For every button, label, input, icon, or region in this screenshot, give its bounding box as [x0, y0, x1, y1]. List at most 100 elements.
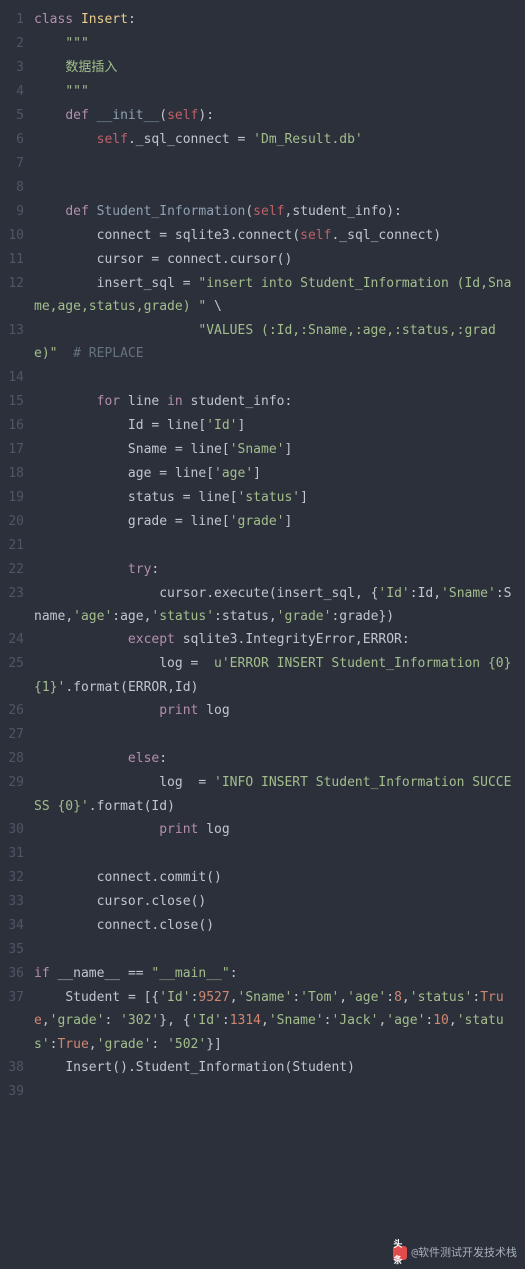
token-op: ==: [128, 966, 144, 981]
token-ident: connect: [34, 228, 159, 243]
token-paren: (): [277, 252, 293, 267]
token-paren: ,: [230, 990, 238, 1005]
line-number: 14: [0, 366, 34, 389]
token-keyword: print: [159, 822, 198, 837]
token-keyword: class: [34, 12, 73, 27]
token-op: =: [159, 228, 167, 243]
token-string: """: [65, 36, 88, 51]
code-content: except sqlite3.IntegrityError,ERROR:: [34, 628, 525, 651]
line-number: 9: [0, 200, 34, 223]
code-content: def __init__(self):: [34, 104, 525, 127]
token-dot: .: [230, 228, 238, 243]
token-paren: (): [112, 1060, 128, 1075]
token-keyword: for: [97, 394, 120, 409]
token-ident: line: [183, 514, 222, 529]
code-content: age = line['age']: [34, 462, 525, 485]
token-op: =: [183, 276, 191, 291]
token-ident: Insert: [34, 1060, 112, 1075]
token-ident: grade: [339, 609, 378, 624]
code-line: 28 else:: [0, 747, 525, 771]
token-ident: Id: [175, 680, 191, 695]
token-string: 'Id': [191, 1013, 222, 1028]
token-ident: [136, 990, 144, 1005]
token-string: 'age': [73, 609, 112, 624]
token-paren: :: [222, 1013, 230, 1028]
token-paren: :: [128, 12, 136, 27]
code-content: """: [34, 32, 525, 55]
token-paren: ): [433, 228, 441, 243]
code-content: 数据插入: [34, 56, 525, 79]
token-paren: ]: [238, 418, 246, 433]
token-string: '302': [120, 1013, 159, 1028]
token-paren: }]: [206, 1037, 222, 1052]
token-ident: close: [159, 918, 198, 933]
token-paren: ):: [386, 204, 402, 219]
code-line: 18 age = line['age']: [0, 462, 525, 486]
token-string: '502': [167, 1037, 206, 1052]
token-self: self: [253, 204, 284, 219]
token-self: self: [167, 108, 198, 123]
token-string: 'age': [386, 1013, 425, 1028]
token-ident: log: [34, 656, 191, 671]
line-number: 11: [0, 248, 34, 271]
token-ident: [34, 204, 65, 219]
token-keyword: def: [65, 108, 88, 123]
code-line: 4 """: [0, 80, 525, 104]
token-dot: .: [222, 252, 230, 267]
token-ident: close: [151, 894, 190, 909]
code-line: 30 print log: [0, 818, 525, 842]
token-string: 'grade': [230, 514, 285, 529]
token-string: 'Dm_Result.db': [253, 132, 363, 147]
token-ident: [198, 656, 214, 671]
token-paren: (): [198, 918, 214, 933]
token-ident: cursor: [230, 252, 277, 267]
token-ident: connect: [34, 870, 151, 885]
token-dot: .: [128, 132, 136, 147]
code-line: 14: [0, 366, 525, 390]
token-ident: cursor: [34, 894, 144, 909]
watermark: 头条 @软件测试开发技术栈: [393, 1243, 517, 1263]
line-number: 35: [0, 938, 34, 961]
code-content: for line in student_info:: [34, 390, 525, 413]
code-content: connect.commit(): [34, 866, 525, 889]
line-number: 34: [0, 914, 34, 937]
token-paren: (: [245, 204, 253, 219]
token-paren: (: [120, 680, 128, 695]
token-string: 'status': [151, 609, 214, 624]
token-paren: ): [167, 799, 175, 814]
token-self: self: [97, 132, 128, 147]
token-ident: [34, 84, 65, 99]
token-ident: grade: [34, 514, 175, 529]
token-paren: {: [183, 1013, 191, 1028]
token-paren: :: [159, 751, 167, 766]
code-line: 38 Insert().Student_Information(Student): [0, 1056, 525, 1080]
token-string: 'Jack': [331, 1013, 378, 1028]
token-paren: ,: [339, 990, 347, 1005]
code-line: 26 print log: [0, 699, 525, 723]
token-paren: :: [284, 394, 292, 409]
token-ident: format: [73, 680, 120, 695]
token-ident: sqlite3: [167, 228, 230, 243]
token-ident: [159, 1037, 167, 1052]
token-string: 'Tom': [300, 990, 339, 1005]
token-paren: ,: [269, 609, 277, 624]
token-dot: .: [89, 799, 97, 814]
line-number: 17: [0, 438, 34, 461]
token-ident: execute: [214, 586, 269, 601]
token-ident: status: [34, 490, 183, 505]
code-line: 33 cursor.close(): [0, 890, 525, 914]
token-string: 'Sname': [441, 586, 496, 601]
line-number: 19: [0, 486, 34, 509]
line-number: 25: [0, 652, 34, 675]
token-paren: ]: [284, 442, 292, 457]
token-paren: ]: [253, 466, 261, 481]
token-op: =: [183, 490, 191, 505]
code-line: 5 def __init__(self):: [0, 104, 525, 128]
token-ident: connect: [238, 228, 293, 243]
token-string: 'status': [238, 490, 301, 505]
token-paren: :: [410, 586, 418, 601]
token-ident: age: [120, 609, 143, 624]
token-string: 'status': [410, 990, 473, 1005]
code-content: self._sql_connect = 'Dm_Result.db': [34, 128, 525, 151]
line-number: 39: [0, 1080, 34, 1103]
